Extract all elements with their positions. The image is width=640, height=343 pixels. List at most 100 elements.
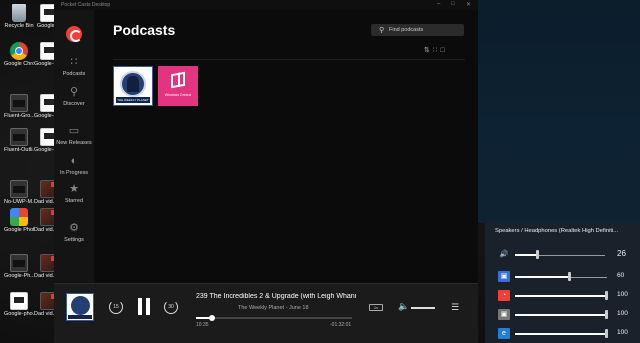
app-volume-thumb[interactable] <box>605 310 608 319</box>
up-next-queue-icon[interactable]: ☰ <box>451 302 459 313</box>
windows-logo-icon <box>171 71 185 89</box>
star-icon: ★ <box>69 183 79 195</box>
desktop-icon[interactable]: Fluent-Gro... <box>4 94 34 119</box>
window-title: Pocket Casts Desktop <box>61 2 111 8</box>
app-icon[interactable]: ▣ <box>498 309 510 320</box>
playback-speed-button[interactable]: 1x <box>369 304 383 311</box>
close-button[interactable]: ✕ <box>466 1 471 8</box>
app-volume-thumb[interactable] <box>605 329 608 338</box>
master-volume-value: 26 <box>617 249 626 258</box>
sidebar-item-discover[interactable]: ⚲ Discover <box>54 86 94 108</box>
sidebar-item-in-progress[interactable]: ◐ In Progress <box>54 155 94 177</box>
artwork-band <box>68 315 92 319</box>
pocket-casts-logo-icon[interactable] <box>66 26 82 42</box>
app-volume-value: 60 <box>617 272 625 279</box>
pause-icon <box>138 298 142 315</box>
master-volume-row: 🔊 26 <box>485 249 640 261</box>
page-title: Podcasts <box>113 22 176 38</box>
new-releases-icon: ▭ <box>68 125 80 137</box>
remaining-time: -01:32:01 <box>330 322 352 328</box>
app-volume-row: ◔ 100 <box>485 290 640 302</box>
desktop-icon[interactable]: No-UWP-M... <box>4 180 34 205</box>
sidebar-item-label: Discover <box>63 101 85 107</box>
search-icon: ⚲ <box>379 27 385 34</box>
desktop-icon[interactable]: Fluent-Outli... <box>4 128 34 153</box>
volume-slider[interactable] <box>411 307 435 309</box>
sidebar: ∷ Podcasts ⚲ Discover ▭ New Releases ◐ I… <box>54 10 94 283</box>
app-volume-thumb[interactable] <box>605 291 608 300</box>
app-volume-fill <box>515 295 607 297</box>
podcast-tile-weekly-planet[interactable]: THE WEEKLY PLANET <box>113 66 153 106</box>
divider <box>113 59 465 60</box>
app-volume-row: ▣ 100 <box>485 309 640 321</box>
desktop-icon[interactable]: Google-pho... <box>4 292 34 317</box>
podcast-art-figure <box>127 76 139 92</box>
app-volume-value: 100 <box>617 310 628 317</box>
find-podcasts-label: Find podcasts <box>389 27 424 33</box>
desktop-icon-label: Google-Ph... <box>4 273 34 279</box>
dark-icon <box>10 254 28 272</box>
sort-icon[interactable]: ⇅ <box>424 47 433 54</box>
master-volume-fill <box>515 254 539 256</box>
desktop-icon-label: Google Photos <box>4 227 34 233</box>
speaker-icon[interactable]: 🔊 <box>498 249 510 260</box>
sidebar-item-label: Starred <box>64 198 84 204</box>
bin-icon <box>12 4 26 22</box>
view-tools: ⇅∷□ <box>424 46 448 54</box>
pocket-casts-icon[interactable]: ◔ <box>498 290 510 301</box>
desktop-icon[interactable]: Google-Ph... <box>4 254 34 279</box>
desktop-icon-label: Google Chrome <box>4 61 34 67</box>
search-icon: ⚲ <box>69 86 79 98</box>
desktop-icon[interactable]: Google Photos <box>4 208 34 233</box>
chrome-icon <box>10 42 28 60</box>
sidebar-item-podcasts[interactable]: ∷ Podcasts <box>54 56 94 78</box>
pocket-casts-window: Pocket Casts Desktop – □ ✕ ∷ Podcasts ⚲ … <box>54 0 478 343</box>
find-podcasts-button[interactable]: ⚲ Find podcasts <box>371 24 464 36</box>
dark-icon <box>10 128 28 146</box>
skip-back-button[interactable]: 15 <box>109 300 123 314</box>
sidebar-item-starred[interactable]: ★ Starred <box>54 183 94 205</box>
skip-forward-button[interactable]: 30 <box>164 300 178 314</box>
share-icon[interactable]: □ <box>440 47 447 54</box>
dark-icon <box>10 94 28 112</box>
sidebar-item-label: New Releases <box>56 140 92 146</box>
sidebar-item-settings[interactable]: ⚙ Settings <box>54 222 94 244</box>
sidebar-item-label: Settings <box>64 237 84 243</box>
sidebar-item-new-releases[interactable]: ▭ New Releases <box>54 125 94 147</box>
podcast-tile-windows-central[interactable]: Windows Central <box>158 66 198 106</box>
desktop-icon-label: Recycle Bin <box>4 23 34 29</box>
sidebar-item-label: In Progress <box>59 170 89 176</box>
episode-title[interactable]: 239 The Incredibles 2 & Upgrade (with Le… <box>196 293 356 300</box>
app-icon[interactable]: ▣ <box>498 271 510 282</box>
master-volume-thumb[interactable] <box>536 250 540 259</box>
gear-icon: ⚙ <box>69 222 79 234</box>
photos-icon <box>10 208 28 226</box>
in-progress-icon: ◐ <box>70 155 78 167</box>
edge-icon[interactable]: e <box>498 328 510 339</box>
volume-icon[interactable]: 🔈 <box>398 301 409 312</box>
minimize-button[interactable]: – <box>437 1 440 7</box>
main-content: Podcasts ⚲ Find podcasts ⇅∷□ THE WEEKLY … <box>94 10 478 283</box>
seek-handle[interactable] <box>208 315 215 321</box>
desktop-icon-label: Fluent-Outli... <box>4 147 34 153</box>
app-volume-fill <box>515 314 607 316</box>
desktop-icon[interactable]: Google Chrome <box>4 42 34 67</box>
seek-bar[interactable] <box>196 315 352 321</box>
now-playing-artwork[interactable] <box>66 293 94 321</box>
doc-icon <box>10 292 28 310</box>
elapsed-time: 10:35 <box>196 322 209 328</box>
app-volume-thumb[interactable] <box>568 272 572 281</box>
title-bar: Pocket Casts Desktop – □ ✕ <box>54 0 478 10</box>
pause-button[interactable] <box>138 298 150 315</box>
app-volume-fill <box>515 276 571 278</box>
desktop-icon-label: Google-pho... <box>4 311 34 317</box>
app-volume-fill <box>515 333 607 335</box>
grid-icon: ∷ <box>70 56 78 68</box>
maximize-button[interactable]: □ <box>451 1 455 7</box>
podcast-art-text: Windows Central <box>164 93 192 97</box>
audio-device-name[interactable]: Speakers / Headphones (Realtek High Defi… <box>495 228 635 234</box>
sidebar-item-label: Podcasts <box>62 71 86 77</box>
desktop-wallpaper-panel <box>478 0 640 223</box>
dark-icon <box>10 180 28 198</box>
desktop-icon[interactable]: Recycle Bin <box>4 4 34 29</box>
